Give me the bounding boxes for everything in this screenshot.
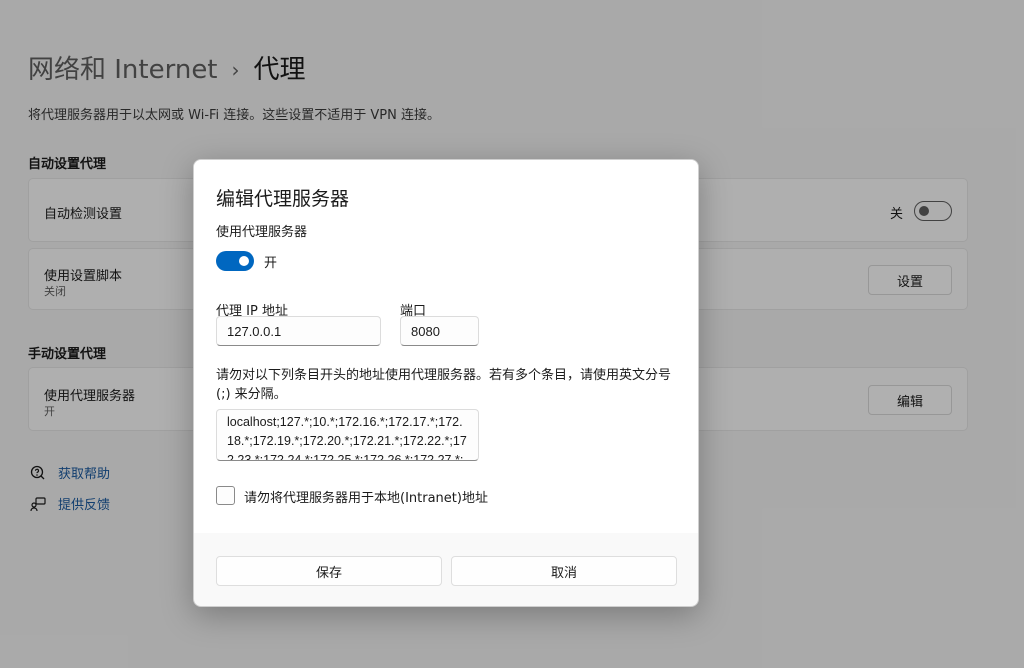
bypass-local-checkbox[interactable]	[216, 486, 235, 505]
port-input[interactable]	[400, 316, 479, 346]
cancel-button[interactable]: 取消	[451, 556, 677, 586]
use-proxy-toggle-label: 使用代理服务器	[216, 225, 308, 240]
proxy-ip-input[interactable]	[216, 316, 381, 346]
bypass-local-label: 请勿将代理服务器用于本地(Intranet)地址	[244, 491, 488, 506]
dialog-title: 编辑代理服务器	[216, 188, 350, 210]
use-proxy-toggle[interactable]	[216, 251, 254, 271]
exceptions-input[interactable]: localhost;127.*;10.*;172.16.*;172.17.*;1…	[216, 409, 479, 461]
toggle-knob	[239, 256, 249, 266]
edit-proxy-dialog: 编辑代理服务器 使用代理服务器 开 代理 IP 地址 端口 请勿对以下列条目开头…	[193, 159, 699, 607]
use-proxy-toggle-state: 开	[264, 256, 278, 271]
dialog-content: 编辑代理服务器 使用代理服务器 开 代理 IP 地址 端口 请勿对以下列条目开头…	[194, 160, 698, 533]
save-button[interactable]: 保存	[216, 556, 442, 586]
exceptions-instruction: 请勿对以下列条目开头的地址使用代理服务器。若有多个条目，请使用英文分号 (;) …	[216, 368, 672, 402]
